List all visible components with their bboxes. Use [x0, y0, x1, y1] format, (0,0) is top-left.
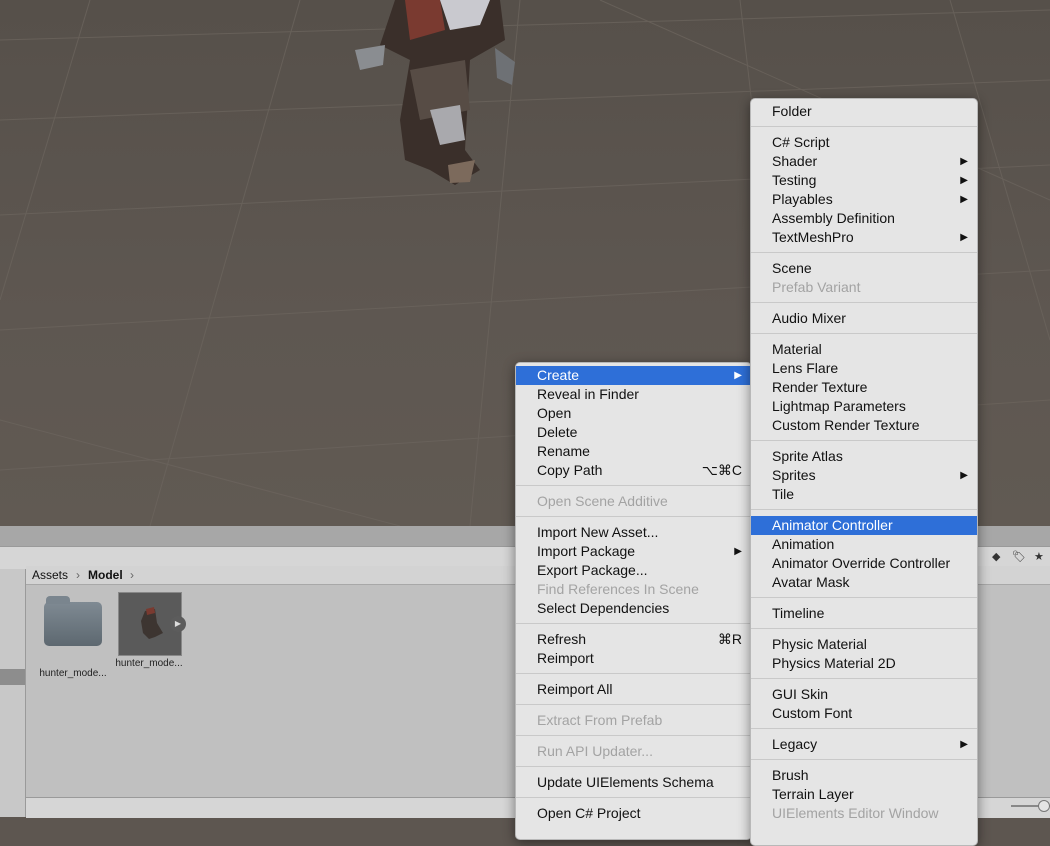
- folder-tree-selected-item[interactable]: [0, 669, 25, 685]
- breadcrumb-assets[interactable]: Assets: [32, 568, 68, 582]
- menu-separator: [516, 766, 751, 767]
- label-icon[interactable]: 🏷: [1012, 550, 1026, 563]
- submenu-arrow-icon: ▶: [960, 156, 968, 167]
- menu-separator: [516, 623, 751, 624]
- asset-label: hunter_mode...: [39, 668, 107, 679]
- asset-folder[interactable]: hunter_mode...: [37, 592, 109, 679]
- menu-item-avatar-mask[interactable]: Avatar Mask: [751, 573, 977, 592]
- menu-separator: [516, 485, 751, 486]
- menu-separator: [516, 704, 751, 705]
- menu-separator: [751, 759, 977, 760]
- menu-item-refresh[interactable]: Refresh ⌘R: [516, 630, 751, 649]
- zoom-slider-handle[interactable]: [1038, 800, 1050, 812]
- context-menu: Create ▶ Reveal in Finder Open Delete Ren…: [515, 362, 752, 840]
- shortcut-label: ⌥⌘C: [701, 462, 742, 478]
- menu-item-animator-override-controller[interactable]: Animator Override Controller: [751, 554, 977, 573]
- menu-item-import-new-asset[interactable]: Import New Asset...: [516, 523, 751, 542]
- menu-item-folder[interactable]: Folder: [751, 102, 977, 121]
- menu-item-update-uielements-schema[interactable]: Update UIElements Schema: [516, 773, 751, 792]
- menu-item-physics-material-2d[interactable]: Physics Material 2D: [751, 654, 977, 673]
- submenu-arrow-icon: ▶: [960, 232, 968, 243]
- submenu-arrow-icon: ▶: [734, 370, 742, 381]
- menu-item-tile[interactable]: Tile: [751, 485, 977, 504]
- menu-item-render-texture[interactable]: Render Texture: [751, 378, 977, 397]
- menu-item-csharp-script[interactable]: C# Script: [751, 133, 977, 152]
- menu-item-legacy[interactable]: Legacy ▶: [751, 735, 977, 754]
- asset-label: hunter_mode...: [115, 658, 183, 669]
- menu-item-open-scene-additive: Open Scene Additive: [537, 493, 668, 509]
- character-model[interactable]: [355, 0, 515, 185]
- menu-separator: [516, 516, 751, 517]
- menu-item-extract-from-prefab: Extract From Prefab: [537, 712, 663, 728]
- menu-item-copy-path[interactable]: Copy Path ⌥⌘C: [516, 461, 751, 480]
- submenu-arrow-icon: ▶: [734, 546, 742, 557]
- menu-item-animator-controller[interactable]: Animator Controller: [751, 516, 977, 535]
- menu-item-lens-flare[interactable]: Lens Flare: [751, 359, 977, 378]
- breadcrumb-separator-icon: ›: [76, 568, 80, 582]
- menu-item-shader[interactable]: Shader ▶: [751, 152, 977, 171]
- play-preview-icon[interactable]: ▶: [170, 616, 186, 632]
- menu-item-gui-skin[interactable]: GUI Skin: [751, 685, 977, 704]
- menu-item-reveal-in-finder[interactable]: Reveal in Finder: [516, 385, 751, 404]
- menu-item-audio-mixer[interactable]: Audio Mixer: [751, 309, 977, 328]
- folder-tree[interactable]: [0, 569, 26, 817]
- menu-separator: [751, 302, 977, 303]
- menu-item-sprite-atlas[interactable]: Sprite Atlas: [751, 447, 977, 466]
- menu-item-rename[interactable]: Rename: [516, 442, 751, 461]
- menu-item-assembly-definition[interactable]: Assembly Definition: [751, 209, 977, 228]
- menu-item-custom-render-texture[interactable]: Custom Render Texture: [751, 416, 977, 435]
- menu-separator: [751, 252, 977, 253]
- submenu-arrow-icon: ▶: [960, 739, 968, 750]
- menu-item-delete[interactable]: Delete: [516, 423, 751, 442]
- menu-item-playables[interactable]: Playables ▶: [751, 190, 977, 209]
- menu-item-testing[interactable]: Testing ▶: [751, 171, 977, 190]
- menu-separator: [516, 797, 751, 798]
- submenu-arrow-icon: ▶: [960, 470, 968, 481]
- menu-item-open[interactable]: Open: [516, 404, 751, 423]
- breadcrumb-separator-icon: ›: [130, 568, 134, 582]
- menu-separator: [751, 597, 977, 598]
- menu-item-reimport[interactable]: Reimport: [516, 649, 751, 668]
- menu-item-prefab-variant: Prefab Variant: [772, 279, 861, 295]
- create-submenu: Folder C# Script Shader ▶ Testing ▶ Playab…: [750, 98, 978, 846]
- menu-separator: [516, 735, 751, 736]
- menu-separator: [751, 126, 977, 127]
- menu-separator: [751, 628, 977, 629]
- breadcrumb-model[interactable]: Model: [88, 568, 123, 582]
- menu-item-timeline[interactable]: Timeline: [751, 604, 977, 623]
- menu-item-import-package[interactable]: Import Package ▶: [516, 542, 751, 561]
- menu-item-textmeshpro[interactable]: TextMeshPro ▶: [751, 228, 977, 247]
- menu-item-uielements-editor-window: UIElements Editor Window: [772, 805, 939, 821]
- menu-item-terrain-layer[interactable]: Terrain Layer: [751, 785, 977, 804]
- menu-item-export-package[interactable]: Export Package...: [516, 561, 751, 580]
- menu-item-physic-material[interactable]: Physic Material: [751, 635, 977, 654]
- menu-item-animation[interactable]: Animation: [751, 535, 977, 554]
- folder-icon: [44, 596, 102, 646]
- menu-separator: [751, 728, 977, 729]
- menu-item-material[interactable]: Material: [751, 340, 977, 359]
- menu-separator: [751, 440, 977, 441]
- menu-item-custom-font[interactable]: Custom Font: [751, 704, 977, 723]
- menu-item-reimport-all[interactable]: Reimport All: [516, 680, 751, 699]
- menu-item-sprites[interactable]: Sprites ▶: [751, 466, 977, 485]
- submenu-arrow-icon: ▶: [960, 194, 968, 205]
- favorite-star-icon[interactable]: ★: [1034, 550, 1044, 563]
- filter-type-icon[interactable]: ◆: [992, 550, 1000, 563]
- menu-item-brush[interactable]: Brush: [751, 766, 977, 785]
- menu-item-scene[interactable]: Scene: [751, 259, 977, 278]
- shortcut-label: ⌘R: [717, 631, 742, 647]
- menu-separator: [751, 509, 977, 510]
- menu-separator: [751, 678, 977, 679]
- submenu-arrow-icon: ▶: [960, 175, 968, 186]
- menu-item-create[interactable]: Create ▶: [516, 366, 751, 385]
- menu-item-find-references: Find References In Scene: [537, 581, 699, 597]
- menu-separator: [751, 333, 977, 334]
- menu-item-select-dependencies[interactable]: Select Dependencies: [516, 599, 751, 618]
- menu-item-run-api-updater: Run API Updater...: [537, 743, 653, 759]
- menu-separator: [516, 673, 751, 674]
- menu-item-lightmap-parameters[interactable]: Lightmap Parameters: [751, 397, 977, 416]
- menu-item-open-csharp-project[interactable]: Open C# Project: [516, 804, 751, 823]
